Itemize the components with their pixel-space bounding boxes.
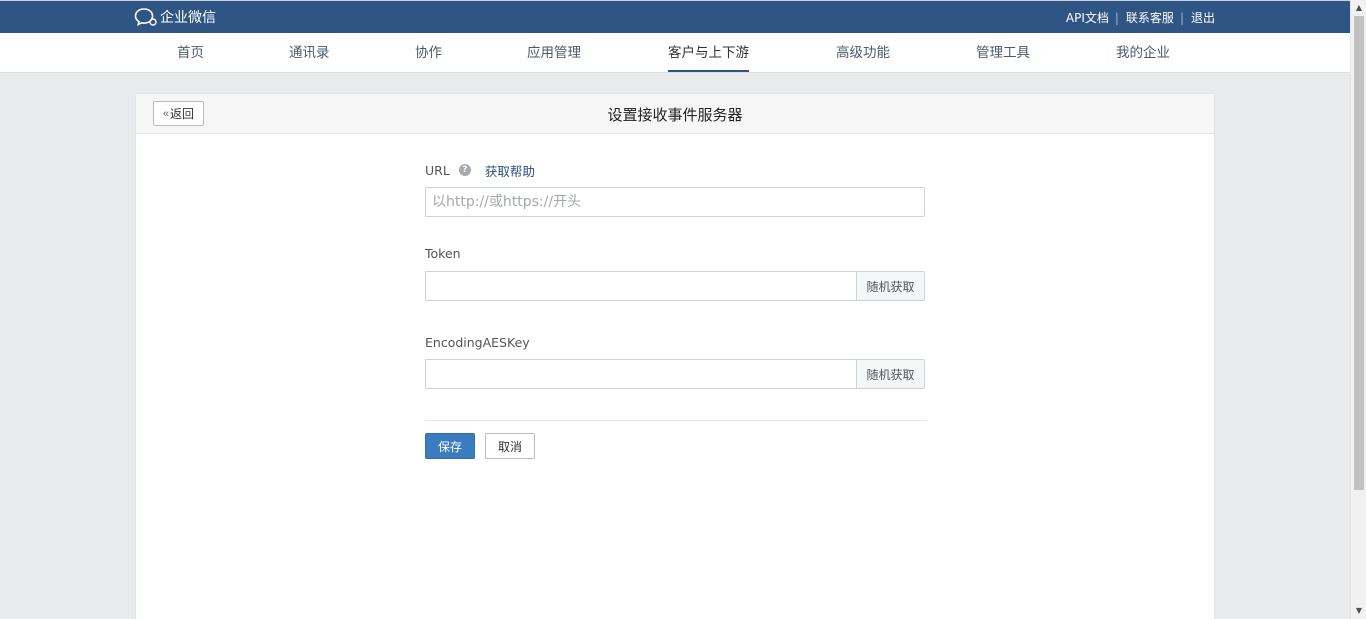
nav-item-advanced[interactable]: 高级功能	[836, 33, 890, 73]
token-label: Token	[425, 245, 461, 261]
logout-link[interactable]: 退出	[1191, 9, 1215, 26]
scroll-thumb[interactable]	[1354, 16, 1364, 490]
separator: |	[1114, 10, 1119, 25]
brand-name: 企业微信	[160, 10, 216, 26]
token-input[interactable]	[425, 271, 857, 301]
token-label-row: Token	[425, 245, 927, 261]
cancel-button[interactable]: 取消	[485, 433, 535, 459]
token-input-group: 随机获取	[425, 271, 925, 301]
nav-item-contacts[interactable]: 通讯录	[289, 33, 330, 73]
card-header: « 返回 设置接收事件服务器	[136, 94, 1214, 134]
separator: |	[1179, 10, 1184, 25]
nav-item-my-enterprise[interactable]: 我的企业	[1116, 33, 1170, 73]
aes-key-random-button[interactable]: 随机获取	[857, 359, 925, 389]
brand-logo[interactable]: 企业微信	[134, 7, 216, 27]
settings-card: « 返回 设置接收事件服务器 URL ? 获取帮助 Token 随机获取 Enc…	[135, 93, 1215, 619]
aes-key-label: EncodingAESKey	[425, 334, 530, 350]
contact-support-link[interactable]: 联系客服	[1126, 9, 1174, 26]
aes-key-label-row: EncodingAESKey	[425, 334, 927, 350]
top-links: API文档 | 联系客服 | 退出	[1066, 9, 1215, 26]
top-bar: 企业微信 API文档 | 联系客服 | 退出	[0, 0, 1350, 33]
url-input[interactable]	[425, 187, 925, 217]
get-help-link[interactable]: 获取帮助	[485, 161, 535, 180]
question-icon[interactable]: ?	[458, 164, 471, 176]
nav-item-customers[interactable]: 客户与上下游	[668, 33, 749, 73]
server-settings-form: URL ? 获取帮助 Token 随机获取 EncodingAESKey 随机获…	[425, 162, 927, 389]
form-divider	[425, 420, 927, 421]
wecom-logo-icon	[134, 8, 157, 27]
url-label: URL	[425, 162, 450, 178]
nav-item-app-management[interactable]: 应用管理	[527, 33, 581, 73]
aes-key-input[interactable]	[425, 359, 857, 389]
save-button[interactable]: 保存	[425, 433, 475, 459]
nav-item-tools[interactable]: 管理工具	[976, 33, 1030, 73]
page-title: 设置接收事件服务器	[607, 106, 743, 124]
nav-item-home[interactable]: 首页	[177, 33, 204, 73]
token-random-button[interactable]: 随机获取	[857, 271, 925, 301]
api-docs-link[interactable]: API文档	[1066, 9, 1109, 26]
nav-item-collaboration[interactable]: 协作	[415, 33, 442, 73]
scroll-down-arrow-icon[interactable]: ▼	[1351, 603, 1366, 619]
page-scrollbar[interactable]: ▲ ▼	[1350, 0, 1366, 619]
main-nav: 首页 通讯录 协作 应用管理 客户与上下游 高级功能 管理工具 我的企业	[0, 33, 1350, 73]
scroll-up-arrow-icon[interactable]: ▲	[1351, 0, 1366, 16]
aes-key-input-group: 随机获取	[425, 359, 925, 389]
url-label-row: URL ? 获取帮助	[425, 161, 927, 180]
